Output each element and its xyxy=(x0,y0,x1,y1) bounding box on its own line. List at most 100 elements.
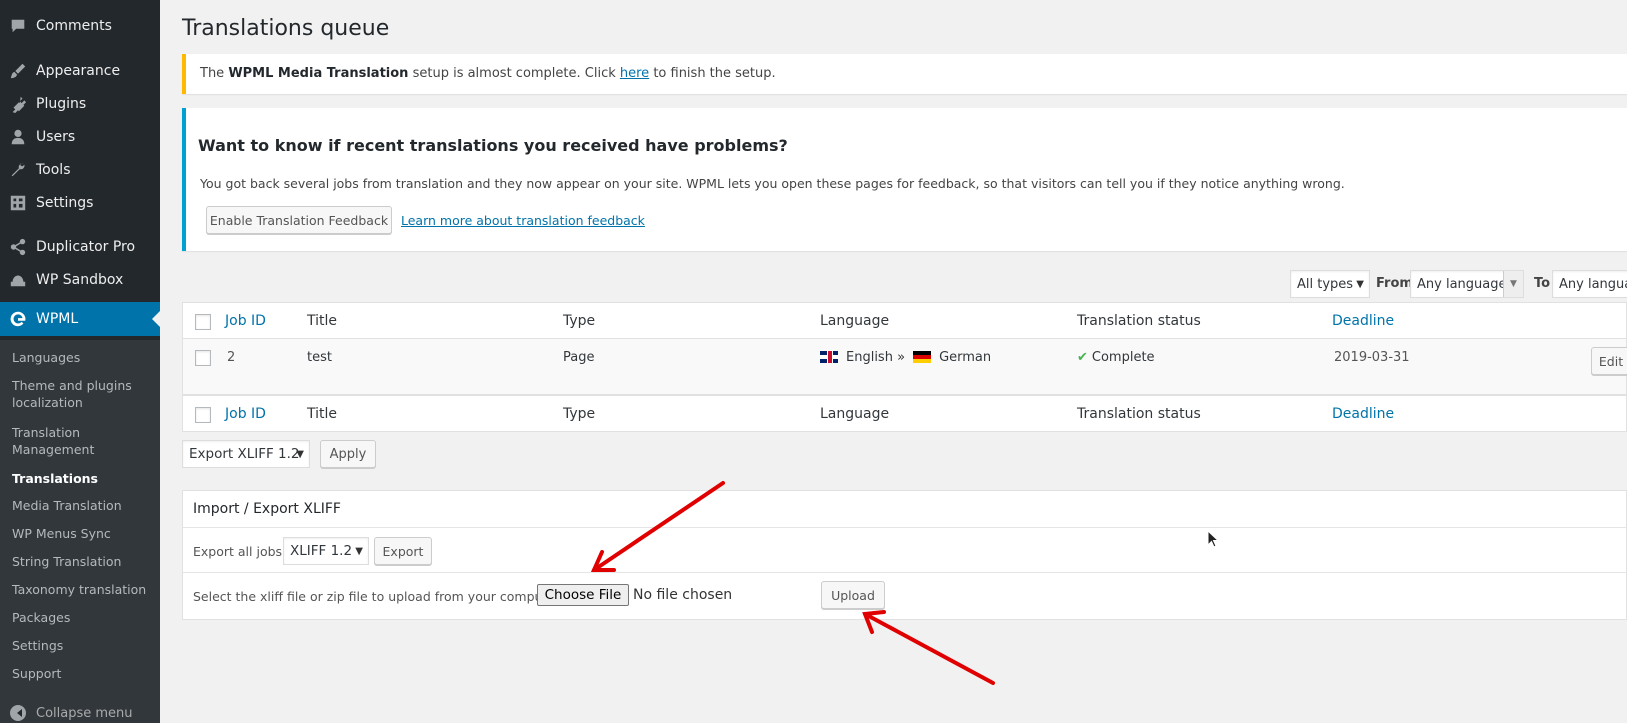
enable-translation-feedback-button[interactable]: Enable Translation Feedback xyxy=(206,206,392,234)
xliff-version-value: XLIFF 1.2 xyxy=(290,543,353,559)
bulk-action-select[interactable]: Export XLIFF 1.2 ▼ xyxy=(182,440,310,468)
column-status-header: Translation status xyxy=(1077,313,1201,329)
table-footer-row: Job ID Title Type Language Translation s… xyxy=(183,395,1626,431)
export-button[interactable]: Export xyxy=(374,537,432,565)
collapse-menu-button[interactable]: Collapse menu xyxy=(0,703,160,723)
divider xyxy=(183,527,1627,528)
status-text: Complete xyxy=(1091,349,1155,365)
notice-here-link[interactable]: here xyxy=(620,66,649,81)
from-language-value: Any language xyxy=(1417,276,1507,292)
menu-tools[interactable]: Tools xyxy=(0,153,160,187)
no-file-chosen-text: No file chosen xyxy=(633,587,733,603)
menu-label: Settings xyxy=(36,195,94,211)
choose-file-button[interactable]: Choose File xyxy=(537,584,629,606)
select-all-checkbox-footer[interactable] xyxy=(195,407,211,423)
chevron-down-icon: ▼ xyxy=(1356,278,1364,290)
submenu-taxonomy-translation[interactable]: Taxonomy translation xyxy=(12,581,152,598)
submenu-languages[interactable]: Languages xyxy=(12,349,152,366)
feedback-heading: Want to know if recent translations you … xyxy=(198,136,788,155)
submenu-string-translation[interactable]: String Translation xyxy=(12,553,152,570)
table-row: 2 test Page English » German ✔ Complete … xyxy=(183,339,1627,395)
paintbrush-icon xyxy=(0,62,36,80)
row-job-id: 2 xyxy=(227,349,236,365)
menu-appearance[interactable]: Appearance xyxy=(0,54,160,88)
select-all-checkbox[interactable] xyxy=(195,314,211,330)
chevron-down-icon: ▼ xyxy=(1503,271,1523,297)
lang-to: German xyxy=(939,349,992,365)
submenu-translation-management[interactable]: Translation Management xyxy=(12,424,152,458)
menu-users[interactable]: Users xyxy=(0,120,160,154)
submenu-translations[interactable]: Translations xyxy=(12,470,152,487)
menu-plugins[interactable]: Plugins xyxy=(0,87,160,121)
jobs-table: Job ID Title Type Language Translation s… xyxy=(182,302,1627,432)
row-checkbox[interactable] xyxy=(195,350,211,366)
column-status-footer: Translation status xyxy=(1077,406,1201,422)
sandbox-icon xyxy=(0,271,36,289)
column-type-footer: Type xyxy=(563,406,596,422)
column-language-footer: Language xyxy=(820,406,890,422)
upload-button[interactable]: Upload xyxy=(821,581,885,609)
menu-wpml[interactable]: WPML xyxy=(0,302,160,336)
column-deadline-header[interactable]: Deadline xyxy=(1332,303,1394,339)
upload-label: Select the xliff file or zip file to upl… xyxy=(193,589,565,604)
admin-sidebar: Comments Appearance Plugins Users Tools … xyxy=(0,0,160,723)
column-type-header: Type xyxy=(563,313,596,329)
menu-duplicator-pro[interactable]: Duplicator Pro xyxy=(0,230,160,264)
notice-prefix: The xyxy=(200,66,229,81)
plugins-icon xyxy=(0,95,36,113)
submenu-wp-menus-sync[interactable]: WP Menus Sync xyxy=(12,525,152,542)
column-language-header: Language xyxy=(820,313,890,329)
column-deadline-footer[interactable]: Deadline xyxy=(1332,396,1394,432)
checkmark-icon: ✔ xyxy=(1077,349,1088,365)
menu-wp-sandbox[interactable]: WP Sandbox xyxy=(0,263,160,297)
settings-icon xyxy=(0,194,36,212)
collapse-label: Collapse menu xyxy=(36,705,133,721)
collapse-arrow-icon xyxy=(10,705,26,721)
column-job-id-footer[interactable]: Job ID xyxy=(225,396,266,432)
comments-icon xyxy=(0,17,36,35)
submenu-support[interactable]: Support xyxy=(12,665,152,682)
media-translation-notice: The WPML Media Translation setup is almo… xyxy=(182,54,1627,94)
mouse-cursor-icon xyxy=(1207,530,1220,548)
row-language: English » German xyxy=(820,339,991,375)
chevron-down-icon: ▼ xyxy=(355,545,363,557)
submenu-theme-plugins-localization[interactable]: Theme and plugins localization xyxy=(12,377,152,411)
chevron-down-icon: ▼ xyxy=(296,448,304,460)
table-header-row: Job ID Title Type Language Translation s… xyxy=(183,303,1626,339)
wrench-icon xyxy=(0,161,36,179)
learn-more-feedback-link[interactable]: Learn more about translation feedback xyxy=(401,213,645,228)
submenu-media-translation[interactable]: Media Translation xyxy=(12,497,152,514)
menu-label: Appearance xyxy=(36,63,121,79)
page-title: Translations queue xyxy=(182,16,390,41)
lang-separator: » xyxy=(897,349,906,365)
notice-plugin-name: WPML Media Translation xyxy=(228,66,409,81)
notice-middle: setup is almost complete. Click xyxy=(408,66,620,81)
xliff-version-select[interactable]: XLIFF 1.2 ▼ xyxy=(283,537,369,565)
lang-from: English xyxy=(846,349,893,365)
to-language-value: Any langua xyxy=(1559,276,1627,292)
menu-label: Tools xyxy=(36,162,71,178)
uk-flag-icon xyxy=(820,351,838,363)
menu-label: WP Sandbox xyxy=(36,272,124,288)
menu-label: Duplicator Pro xyxy=(36,239,136,255)
type-filter-select[interactable]: All types ▼ xyxy=(1290,270,1370,298)
users-icon xyxy=(0,128,36,146)
arrow-to-upload-icon xyxy=(862,610,995,685)
german-flag-icon xyxy=(913,351,932,363)
apply-button[interactable]: Apply xyxy=(320,440,376,468)
submenu-settings[interactable]: Settings xyxy=(12,637,152,654)
to-label: To xyxy=(1534,276,1551,291)
to-language-select[interactable]: Any langua xyxy=(1552,270,1627,298)
translation-feedback-notice: Want to know if recent translations you … xyxy=(182,108,1627,251)
edit-job-button[interactable]: Edit xyxy=(1591,347,1627,375)
from-language-select[interactable]: Any language ▼ xyxy=(1410,270,1524,298)
menu-settings[interactable]: Settings xyxy=(0,186,160,220)
column-job-id-header[interactable]: Job ID xyxy=(225,303,266,339)
row-status: ✔ Complete xyxy=(1077,339,1155,375)
menu-comments[interactable]: Comments xyxy=(0,9,160,43)
menu-label: WPML xyxy=(36,311,79,327)
submenu-packages[interactable]: Packages xyxy=(12,609,152,626)
column-title-header: Title xyxy=(307,313,338,329)
wpml-submenu: Languages Theme and plugins localization… xyxy=(0,340,160,723)
notice-suffix: to finish the setup. xyxy=(649,66,776,81)
